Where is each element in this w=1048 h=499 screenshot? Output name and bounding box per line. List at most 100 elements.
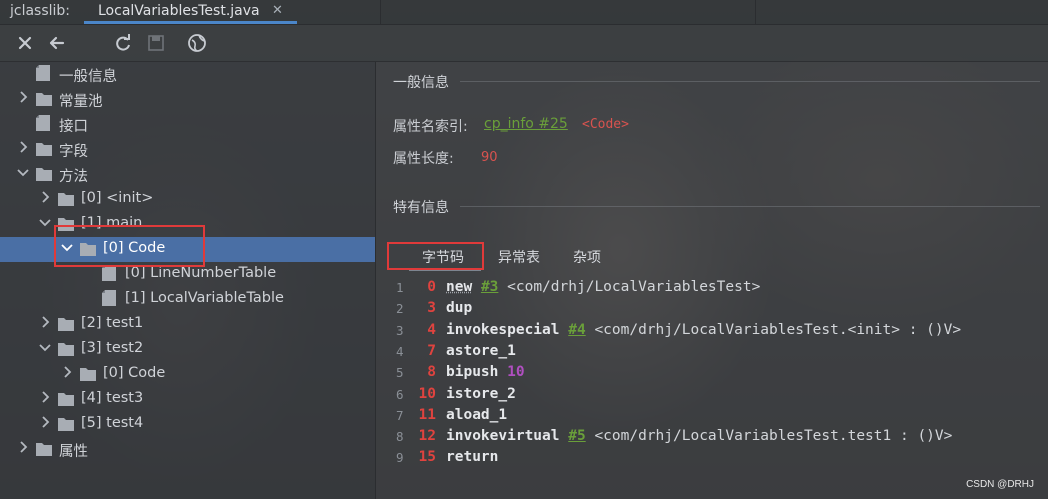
save-icon[interactable] — [143, 30, 169, 56]
tree-item-label: 方法 — [59, 169, 88, 185]
tree-item[interactable]: [1] LocalVariableTable — [0, 287, 375, 312]
bytecode-offset: 7 — [427, 342, 436, 359]
close-icon[interactable] — [12, 30, 38, 56]
bytecode-line: 6 10 istore_2 — [376, 386, 1048, 407]
chevron-right-icon[interactable] — [16, 440, 30, 454]
file-icon — [102, 265, 118, 281]
chevron-down-icon[interactable] — [16, 165, 30, 179]
file-icon — [102, 290, 118, 306]
tree-item-label: [5] test4 — [81, 415, 144, 431]
opcode: istore_2 — [446, 386, 516, 402]
cp-info-link[interactable]: cp_info #25 — [484, 116, 568, 132]
opcode-name[interactable]: new — [446, 279, 472, 295]
tab-divider — [380, 0, 381, 24]
bytecode-offset: 3 — [427, 300, 436, 317]
bytecode-offset: 8 — [427, 364, 436, 381]
opcode-name[interactable]: bipush — [446, 364, 498, 380]
ref-comment: <com/drhj/LocalVariablesTest.<init> : ()… — [594, 321, 962, 338]
file-icon — [36, 65, 52, 81]
tab-localvariablestest[interactable]: LocalVariablesTest.java ✕ — [84, 0, 297, 24]
bytecode-offset: 10 — [418, 385, 436, 402]
attribute-name-index-label: 属性名索引: — [393, 119, 468, 135]
tab-divider — [755, 0, 756, 24]
opcode-name[interactable]: dup — [446, 300, 472, 316]
opcode: astore_1 — [446, 343, 516, 359]
specific-info-title: 特有信息 — [393, 200, 449, 216]
bytecode-offset: 12 — [418, 428, 436, 445]
tree-item[interactable]: 一般信息 — [0, 62, 375, 87]
attribute-name-value: <Code> — [582, 117, 629, 132]
tree-item-label: 常量池 — [59, 94, 103, 110]
close-tab-icon[interactable]: ✕ — [272, 3, 283, 18]
folder-icon — [58, 392, 74, 406]
chevron-down-icon[interactable] — [38, 340, 52, 354]
chevron-down-icon[interactable] — [38, 215, 52, 229]
tree-item-label: 一般信息 — [59, 69, 117, 85]
folder-icon — [80, 367, 96, 381]
tree-item[interactable]: 接口 — [0, 112, 375, 137]
opcode: aload_1 — [446, 407, 507, 423]
bytecode-line: 1 0 new #3 <com/drhj/LocalVariablesTest> — [376, 279, 1048, 300]
bytecode-line: 7 11 aload_1 — [376, 407, 1048, 428]
bytecode-offset: 11 — [418, 406, 436, 423]
chevron-right-icon[interactable] — [60, 365, 74, 379]
tree-item[interactable]: [0] Code — [0, 362, 375, 387]
attribute-length-value: 90 — [481, 150, 498, 165]
chevron-right-icon[interactable] — [38, 415, 52, 429]
chevron-right-icon[interactable] — [16, 90, 30, 104]
folder-icon — [58, 192, 74, 206]
chevron-right-icon[interactable] — [16, 140, 30, 154]
tree-item-label: [0] <init> — [81, 190, 154, 206]
tree-item[interactable]: [4] test3 — [0, 387, 375, 412]
ref-comment: <com/drhj/LocalVariablesTest.test1 : ()V… — [594, 428, 953, 445]
section-divider — [460, 206, 1040, 207]
tree-item[interactable]: [2] test1 — [0, 312, 375, 337]
tab-exception-table[interactable]: 异常表 — [498, 247, 540, 267]
opcode-name[interactable]: astore_1 — [446, 343, 516, 359]
constant-pool-ref-link[interactable]: #4 — [568, 322, 585, 338]
bytecode-offset: 4 — [427, 321, 436, 338]
refresh-icon[interactable] — [110, 30, 136, 56]
opcode-name[interactable]: invokespecial — [446, 322, 560, 338]
tool-window-title: jclasslib: — [10, 3, 71, 19]
opcode: dup — [446, 300, 472, 316]
attribute-length-label: 属性长度: — [393, 151, 454, 167]
tree-item[interactable]: [3] test2 — [0, 337, 375, 362]
toolbar — [0, 25, 1048, 62]
tree-item[interactable]: [0] <init> — [0, 187, 375, 212]
folder-icon — [36, 92, 52, 106]
tree-item-label: [3] test2 — [81, 340, 144, 356]
folder-icon — [36, 142, 52, 156]
bytecode-line: 2 3 dup — [376, 300, 1048, 321]
section-divider — [460, 81, 1040, 82]
chevron-right-icon[interactable] — [38, 315, 52, 329]
folder-icon — [58, 342, 74, 356]
immediate-value: 10 — [507, 364, 525, 381]
browser-icon[interactable] — [184, 30, 210, 56]
tree-item[interactable]: 方法 — [0, 162, 375, 187]
opcode-name[interactable]: invokevirtual — [446, 428, 560, 444]
opcode-name[interactable]: aload_1 — [446, 407, 507, 423]
tree-item[interactable]: 常量池 — [0, 87, 375, 112]
back-icon[interactable] — [44, 30, 70, 56]
folder-icon — [36, 167, 52, 181]
constant-pool-ref-link[interactable]: #3 — [481, 279, 498, 295]
tree-item-label: [2] test1 — [81, 315, 144, 331]
tree-item-label: 属性 — [59, 444, 88, 460]
tree-item[interactable]: 字段 — [0, 137, 375, 162]
tree-item[interactable]: [5] test4 — [0, 412, 375, 437]
chevron-right-icon[interactable] — [38, 390, 52, 404]
tab-misc[interactable]: 杂项 — [573, 247, 601, 267]
highlight-box — [54, 225, 205, 267]
tree-item[interactable]: 属性 — [0, 437, 375, 462]
tree-item-label: [1] LocalVariableTable — [125, 290, 284, 306]
tree-item-label: 接口 — [59, 119, 88, 135]
opcode: invokevirtual #5 <com/drhj/LocalVariable… — [446, 428, 952, 444]
opcode-name[interactable]: return — [446, 449, 498, 465]
chevron-right-icon[interactable] — [38, 190, 52, 204]
constant-pool-ref-link[interactable]: #5 — [568, 428, 585, 444]
tree-item-label: [0] Code — [103, 365, 166, 381]
bytecode-line: 3 4 invokespecial #4 <com/drhj/LocalVariab… — [376, 322, 1048, 343]
tree-item-label: [0] LineNumberTable — [125, 265, 277, 281]
opcode-name[interactable]: istore_2 — [446, 386, 516, 402]
